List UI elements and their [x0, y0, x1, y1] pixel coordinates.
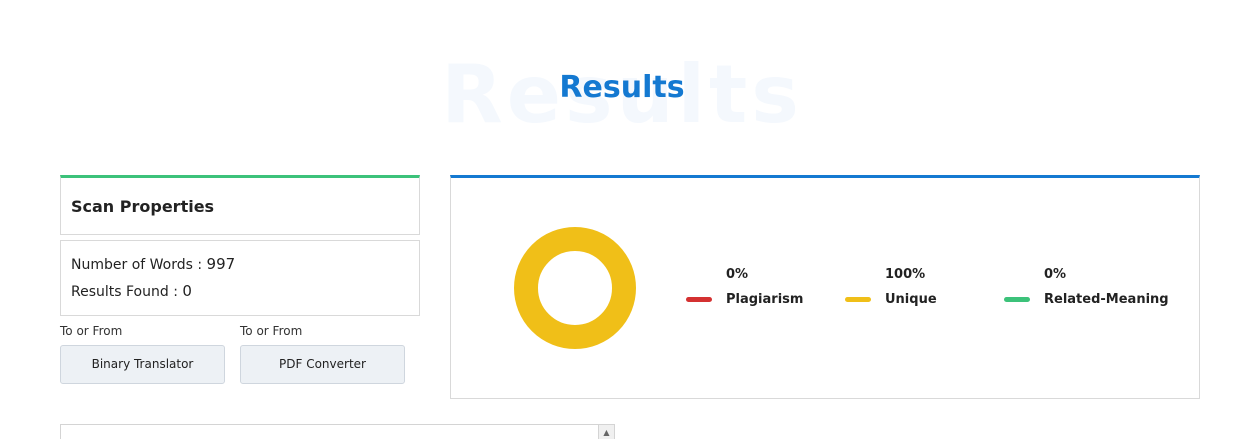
- legend-related-meaning: 0% Related-Meaning: [1004, 266, 1169, 307]
- results-heading: Results Results: [0, 40, 1244, 141]
- donut-slice-unique: [514, 227, 636, 349]
- legend-percent: 100%: [885, 267, 926, 282]
- tool-binary-translator: To or From Binary Translator: [60, 323, 225, 384]
- binary-translator-button[interactable]: Binary Translator: [60, 345, 225, 384]
- report-text-area[interactable]: ▲: [60, 424, 615, 439]
- legend-plagiarism: 0% Plagiarism: [686, 266, 803, 307]
- tool-pdf-converter: To or From PDF Converter: [240, 323, 405, 384]
- donut-chart: [514, 227, 636, 349]
- scan-properties-panel: Scan Properties Number of Words : 997 Re…: [60, 175, 420, 316]
- scan-properties-details: Number of Words : 997 Results Found : 0: [60, 240, 420, 316]
- legend-swatch: [1004, 297, 1030, 302]
- word-count-row: Number of Words : 997: [71, 253, 409, 280]
- legend-percent: 0%: [726, 267, 749, 282]
- word-count-value: 997: [206, 255, 236, 273]
- word-count-label: Number of Words :: [71, 257, 203, 273]
- legend-label: Plagiarism: [726, 292, 804, 307]
- tool-caption: To or From: [60, 324, 123, 338]
- pdf-converter-button[interactable]: PDF Converter: [240, 345, 405, 384]
- tool-caption: To or From: [240, 324, 303, 338]
- legend-label: Unique: [885, 292, 937, 307]
- page-title: Results: [559, 70, 685, 105]
- arrow-up-icon[interactable]: ▲: [598, 425, 614, 439]
- legend-swatch: [845, 297, 871, 302]
- scan-properties-title: Scan Properties: [60, 175, 420, 235]
- legend-label: Related-Meaning: [1044, 292, 1169, 307]
- results-found-row: Results Found : 0: [71, 280, 409, 307]
- result-chart-panel: 0% Plagiarism 100% Unique 0% Related-Mea…: [450, 175, 1200, 399]
- results-found-label: Results Found :: [71, 284, 178, 300]
- legend-percent: 0%: [1044, 267, 1067, 282]
- legend-unique: 100% Unique: [845, 266, 937, 307]
- related-tools: To or From Binary Translator To or From …: [60, 323, 420, 385]
- legend-swatch: [686, 297, 712, 302]
- results-found-value: 0: [182, 282, 192, 300]
